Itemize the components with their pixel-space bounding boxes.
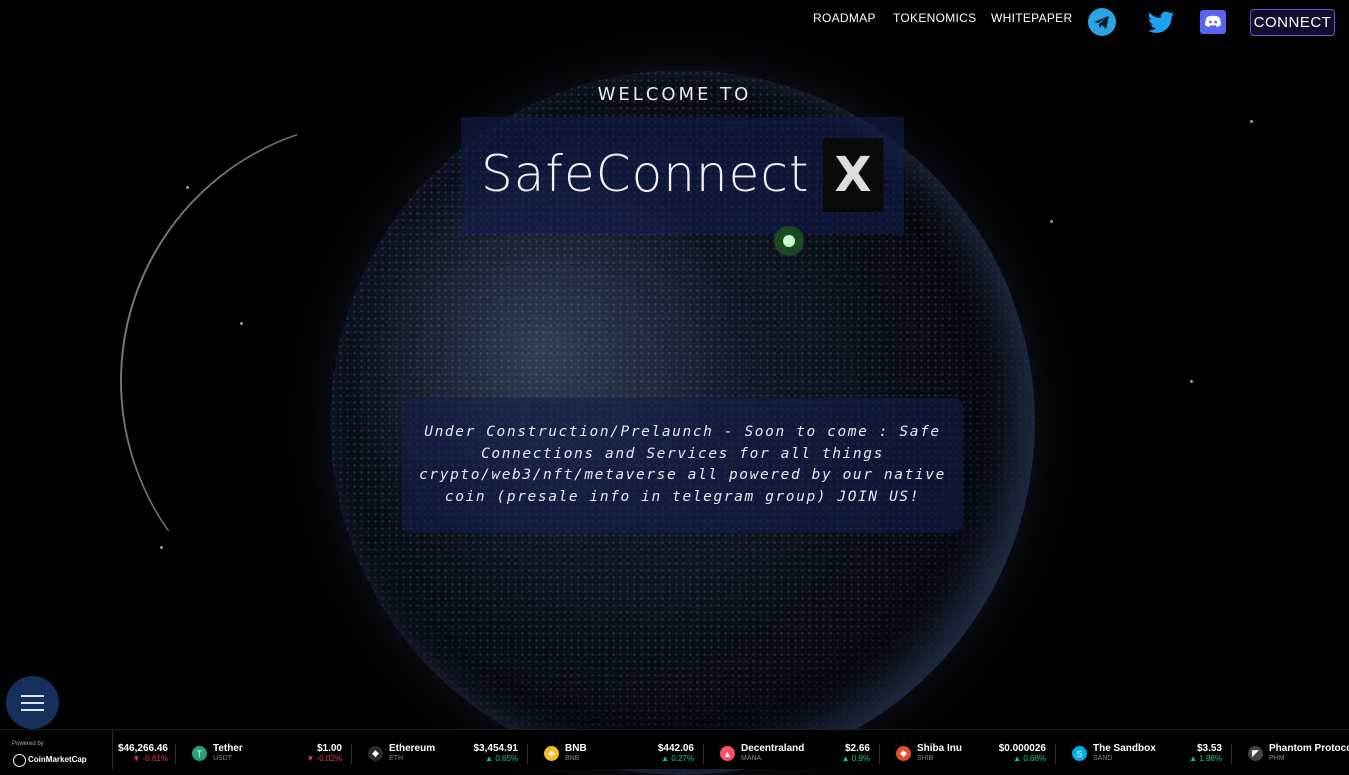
ticker-change: ▲ 0.68% [1013, 754, 1046, 763]
status-indicator-dot [774, 226, 804, 256]
ticker-coin-symbol: ETH [389, 755, 403, 762]
ticker-coin-name: Shiba Inu [917, 743, 962, 754]
coin-bnb-icon: ◈ [544, 746, 559, 761]
hamburger-icon [21, 695, 44, 697]
ticker-change: ▲ 1.98% [1189, 754, 1222, 763]
title-x-mark: X [823, 138, 883, 212]
ticker-separator [879, 744, 880, 764]
coin-usdt-icon: T [192, 746, 207, 761]
ticker-change: ▲ 0.65% [485, 754, 518, 763]
discord-icon[interactable] [1198, 7, 1228, 37]
coin-shib-icon: ◆ [896, 746, 911, 761]
ticker-price: $442.06 [657, 743, 694, 754]
coin-phm-icon: ◤ [1248, 746, 1263, 761]
ticker-coin-name: Decentraland [741, 743, 805, 754]
hamburger-icon [21, 709, 44, 711]
star [1050, 220, 1053, 223]
ticker-separator [1231, 744, 1232, 764]
ticker-separator [1055, 744, 1056, 764]
ticker-separator [527, 744, 528, 764]
ticker-price: $46,266.46 [117, 743, 168, 754]
ticker-item[interactable]: $46,266.46 ▼ -0.61% [112, 730, 168, 769]
ticker-item[interactable]: S The Sandbox SAND $3.53 ▲ 1.98% [1072, 730, 1222, 769]
ticker-coin-symbol: SHIB [917, 755, 934, 762]
nav-whitepaper-link[interactable]: WHITEPAPER [991, 11, 1072, 25]
ticker-coin-symbol: BNB [565, 755, 580, 762]
coin-mana-icon: ▲ [720, 746, 735, 761]
ticker-coin-symbol: MANA [741, 755, 762, 762]
ticker-item[interactable]: ◆ Ethereum ETH $3,454.91 ▲ 0.65% [368, 730, 518, 769]
ticker-change: ▼ -0.61% [132, 754, 169, 763]
powered-by-label: Powered by [12, 741, 44, 747]
price-ticker: Powered by CoinMarketCap $46,266.46 ▼ -0… [0, 729, 1349, 769]
provider-name: CoinMarketCap [28, 755, 87, 764]
ticker-coin-symbol: USDT [213, 755, 233, 762]
ticker-item[interactable]: ▲ Decentraland MANA $2.66 ▲ 0.9% [720, 730, 870, 769]
ticker-price: $0.000026 [998, 743, 1046, 754]
ticker-price: $2.66 [844, 743, 870, 754]
ticker-change: ▼ -0.02% [306, 754, 343, 763]
ticker-coin-symbol: PHM [1269, 755, 1285, 762]
ticker-separator [175, 744, 176, 764]
ticker-item[interactable]: ◈ BNB BNB $442.06 ▲ 0.27% [544, 730, 694, 769]
connect-button[interactable]: CONNECT [1250, 9, 1335, 36]
ticker-coin-name: BNB [565, 743, 587, 754]
welcome-heading: WELCOME TO [597, 84, 752, 105]
menu-button[interactable] [6, 676, 59, 729]
ticker-item[interactable]: T Tether USDT $1.00 ▼ -0.02% [192, 730, 342, 769]
star [1190, 380, 1193, 383]
coinmarketcap-logo-icon [13, 754, 26, 767]
star [240, 322, 243, 325]
star [186, 186, 189, 189]
telegram-icon[interactable] [1087, 7, 1117, 37]
twitter-icon[interactable] [1146, 7, 1176, 37]
powered-by-badge[interactable]: Powered by CoinMarketCap [0, 730, 113, 769]
ticker-coin-name: Phantom Protocol [1269, 743, 1349, 754]
coin-eth-icon: ◆ [368, 746, 383, 761]
ticker-item[interactable]: ◤ Phantom Protocol PHM [1248, 730, 1349, 769]
ticker-coin-name: Tether [213, 743, 243, 754]
ticker-separator [703, 744, 704, 764]
star [1250, 120, 1253, 123]
ticker-separator [351, 744, 352, 764]
coin-sand-icon: S [1072, 746, 1087, 761]
ticker-coin-name: Ethereum [389, 743, 436, 754]
ticker-price: $1.00 [316, 743, 342, 754]
ticker-price: $3.53 [1196, 743, 1222, 754]
ticker-price: $3,454.91 [473, 743, 519, 754]
hamburger-icon [21, 702, 44, 704]
site-title: SafeConnect [481, 145, 810, 203]
nav-roadmap-link[interactable]: ROADMAP [813, 11, 876, 25]
ticker-coin-name: The Sandbox [1093, 743, 1156, 754]
nav-tokenomics-link[interactable]: TOKENOMICS [893, 11, 976, 25]
description-text: Under Construction/Prelaunch - Soon to c… [419, 424, 946, 505]
ticker-change: ▲ 0.9% [841, 754, 870, 763]
ticker-change: ▲ 0.27% [661, 754, 694, 763]
star [160, 546, 163, 549]
ticker-coin-symbol: SAND [1093, 755, 1113, 762]
ticker-item[interactable]: ◆ Shiba Inu SHIB $0.000026 ▲ 0.68% [896, 730, 1046, 769]
